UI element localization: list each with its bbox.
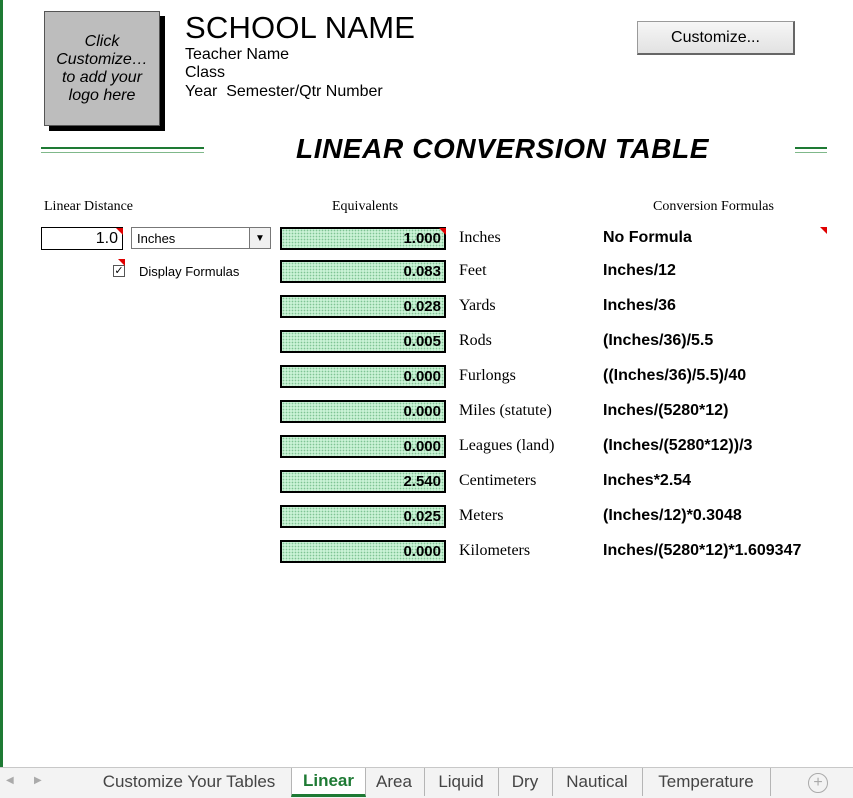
- tab-linear[interactable]: Linear: [291, 768, 366, 797]
- unit-name: Inches: [459, 229, 501, 246]
- conversion-formula: (Inches/36)/5.5: [603, 332, 714, 349]
- unit-name: Feet: [459, 262, 487, 279]
- year-semester: Year Semester/Qtr Number: [185, 83, 383, 100]
- school-name: SCHOOL NAME: [185, 10, 416, 45]
- unit-name: Furlongs: [459, 367, 516, 384]
- title-rule-right-thin: [795, 152, 827, 153]
- display-formulas-checkbox[interactable]: ✓: [113, 265, 125, 277]
- comment-marker: [118, 259, 125, 266]
- sheet-tab-bar: ◀ ▶ Customize Your Tables Linear Area Liqui…: [0, 767, 853, 798]
- tab-dry[interactable]: Dry: [498, 768, 553, 796]
- equivalent-value-cell: 0.028: [280, 295, 446, 318]
- conversion-formula: (Inches/12)*0.3048: [603, 507, 742, 524]
- page-title: LINEAR CONVERSION TABLE: [296, 133, 710, 164]
- conversion-formula: (Inches/(5280*12))/3: [603, 437, 753, 454]
- unit-name: Kilometers: [459, 542, 531, 559]
- add-sheet-icon[interactable]: +: [808, 773, 828, 793]
- conversion-formula: Inches*2.54: [603, 472, 692, 489]
- title-rule-left: [41, 147, 204, 149]
- title-rule-right: [795, 147, 827, 149]
- equivalent-value-cell: 0.000: [280, 400, 446, 423]
- class-name: Class: [185, 64, 226, 81]
- tab-temperature[interactable]: Temperature: [642, 768, 771, 796]
- equivalent-value-cell: 2.540: [280, 470, 446, 493]
- unit-name: Meters: [459, 507, 504, 524]
- teacher-name: Teacher Name: [185, 46, 290, 63]
- linear-distance-heading: Linear Distance: [44, 199, 134, 214]
- comment-marker: [820, 227, 827, 234]
- conversion-formula: ((Inches/36)/5.5)/40: [603, 367, 747, 384]
- equivalent-value-cell: 0.005: [280, 330, 446, 353]
- conversion-formula: No Formula: [603, 229, 692, 246]
- unit-name: Yards: [459, 297, 496, 314]
- equivalent-value-cell: 0.000: [280, 365, 446, 388]
- sheet-left-border: [0, 0, 3, 768]
- conversion-formula: Inches/12: [603, 262, 676, 279]
- scroll-right-icon[interactable]: ▶: [34, 775, 42, 786]
- conversion-formula: Inches/36: [603, 297, 676, 314]
- unit-name: Miles (statute): [459, 402, 552, 419]
- equivalent-value-cell: 0.083: [280, 260, 446, 283]
- conversion-formula: Inches/(5280*12): [603, 402, 729, 419]
- tab-liquid[interactable]: Liquid: [424, 768, 499, 796]
- equivalent-value-cell: 0.000: [280, 435, 446, 458]
- comment-marker: [116, 228, 123, 235]
- display-formulas-label: Display Formulas: [139, 264, 240, 279]
- comment-marker: [439, 228, 446, 235]
- equivalent-value-cell: 0.025: [280, 505, 446, 528]
- equivalent-value-cell: 1.000: [280, 227, 446, 250]
- tab-nautical[interactable]: Nautical: [552, 768, 643, 796]
- scroll-left-icon[interactable]: ◀: [6, 775, 14, 786]
- unit-select-value: Inches: [137, 230, 176, 246]
- equivalent-value-cell: 0.000: [280, 540, 446, 563]
- logo-placeholder[interactable]: Click Customize… to add your logo here: [44, 11, 160, 126]
- linear-distance-input[interactable]: [41, 227, 123, 250]
- equivalents-heading: Equivalents: [332, 199, 399, 214]
- unit-select[interactable]: Inches ▼: [131, 227, 271, 249]
- conversion-formula: Inches/(5280*12)*1.609347: [603, 542, 802, 559]
- tab-area[interactable]: Area: [364, 768, 425, 796]
- unit-name: Centimeters: [459, 472, 537, 489]
- unit-name: Leagues (land): [459, 437, 555, 454]
- title-rule-left-thin: [41, 152, 204, 153]
- customize-button[interactable]: Customize...: [637, 21, 795, 55]
- tab-customize-your-tables[interactable]: Customize Your Tables: [86, 768, 293, 796]
- conversion-formulas-heading: Conversion Formulas: [653, 199, 774, 214]
- chevron-down-icon[interactable]: ▼: [249, 228, 270, 248]
- unit-name: Rods: [459, 332, 492, 349]
